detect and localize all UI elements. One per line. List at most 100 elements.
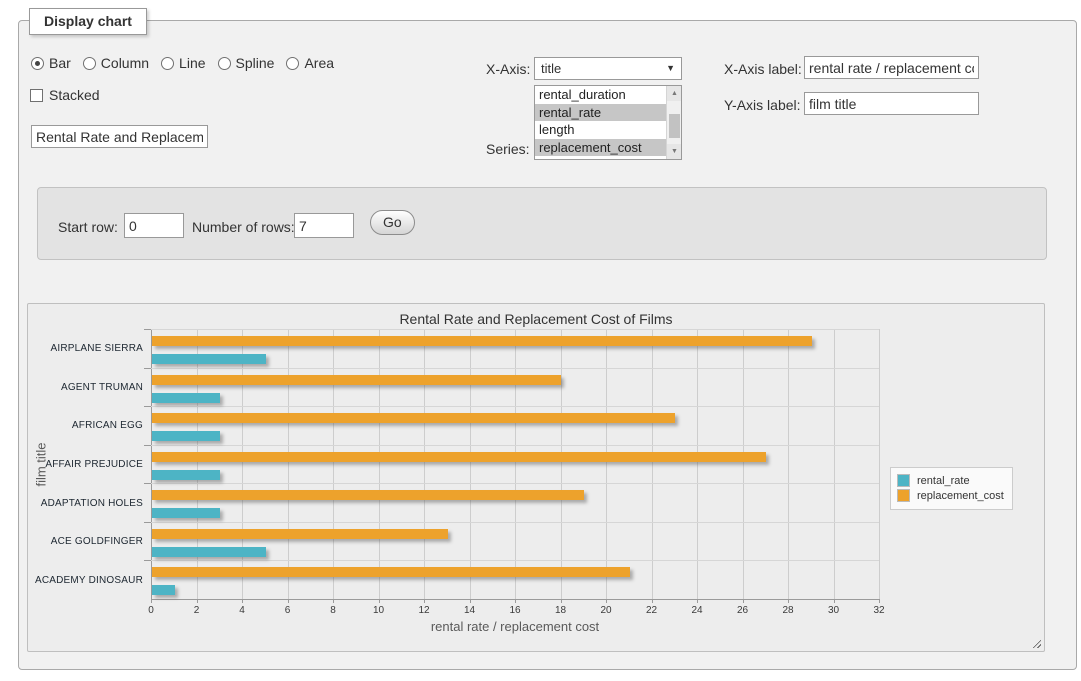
category-label: ACADEMY DINOSAUR (31, 575, 143, 586)
legend-label: replacement_cost (917, 490, 1004, 502)
gridline-vertical (379, 329, 380, 599)
chart-title-input[interactable] (31, 125, 208, 148)
series-select-label: Series: (486, 141, 530, 157)
go-button[interactable]: Go (370, 210, 415, 235)
x-axis-label-caption: X-Axis label: (724, 61, 802, 77)
x-tick-label: 6 (273, 605, 303, 616)
x-tick-label: 10 (364, 605, 394, 616)
legend-item: replacement_cost (897, 489, 1004, 502)
category-label: AFFAIR PREJUDICE (31, 459, 143, 470)
radio-option-line[interactable]: Line (161, 55, 205, 71)
bar-rental_rate (152, 547, 266, 557)
x-tick-label: 18 (546, 605, 576, 616)
category-label: ADAPTATION HOLES (31, 498, 143, 509)
scrollbar-thumb[interactable] (669, 114, 680, 138)
y-axis-tick (144, 329, 151, 330)
number-of-rows-input[interactable] (294, 213, 354, 238)
radio-label: Line (179, 55, 205, 71)
series-option-length[interactable]: length (535, 121, 667, 139)
x-tick-label: 12 (409, 605, 439, 616)
x-tick-label: 28 (773, 605, 803, 616)
gridline-vertical (788, 329, 789, 599)
stacked-label: Stacked (49, 87, 100, 103)
radio-option-column[interactable]: Column (83, 55, 149, 71)
y-axis-tick (144, 406, 151, 407)
radio-option-area[interactable]: Area (286, 55, 334, 71)
chart-area: Rental Rate and Replacement Cost of Film… (27, 303, 1045, 652)
start-row-input[interactable] (124, 213, 184, 238)
x-tick-label: 4 (227, 605, 257, 616)
x-tick-label: 2 (182, 605, 212, 616)
legend-label: rental_rate (917, 475, 970, 487)
x-axis-select-label: X-Axis: (486, 61, 530, 77)
x-tick-label: 8 (318, 605, 348, 616)
x-axis-select[interactable]: title ▼ (534, 57, 682, 80)
gridline-vertical (743, 329, 744, 599)
radio-option-bar[interactable]: Bar (31, 55, 71, 71)
x-tick-label: 32 (864, 605, 894, 616)
radio-icon-spline[interactable] (218, 57, 231, 70)
radio-icon-line[interactable] (161, 57, 174, 70)
gridline-vertical (515, 329, 516, 599)
gridline-horizontal (151, 329, 879, 330)
gridline-vertical (879, 329, 880, 599)
radio-option-spline[interactable]: Spline (218, 55, 275, 71)
scroll-up-icon[interactable]: ▲ (667, 86, 682, 101)
x-tick-label: 14 (455, 605, 485, 616)
page: Display chart Bar Column Line Spline Area St… (0, 0, 1081, 681)
row-range-panel: Start row: Number of rows: Go (37, 187, 1047, 260)
gridline-vertical (697, 329, 698, 599)
y-axis-tick (144, 445, 151, 446)
series-option-replacement_cost[interactable]: replacement_cost (535, 139, 667, 157)
x-axis-label-input[interactable] (804, 56, 979, 79)
gridline-horizontal (151, 522, 879, 523)
gridline-vertical (652, 329, 653, 599)
start-row-label: Start row: (58, 219, 118, 235)
series-listbox[interactable]: rental_durationrental_ratelengthreplacem… (534, 85, 682, 160)
category-label: AFRICAN EGG (31, 420, 143, 431)
y-axis-tick (144, 483, 151, 484)
radio-icon-column[interactable] (83, 57, 96, 70)
scroll-down-icon[interactable]: ▼ (667, 144, 682, 159)
radio-icon-area[interactable] (286, 57, 299, 70)
y-axis-tick (144, 368, 151, 369)
bar-rental_rate (152, 354, 266, 364)
bar-replacement_cost (152, 336, 812, 346)
gridline-horizontal (151, 445, 879, 446)
series-option-rental_rate[interactable]: rental_rate (535, 104, 667, 122)
bar-rental_rate (152, 470, 220, 480)
x-axis-line (151, 599, 879, 600)
display-chart-fieldset: Display chart BarColumnLineSplineArea St… (18, 20, 1077, 670)
bar-replacement_cost (152, 567, 630, 577)
x-axis-tick (879, 599, 880, 603)
gridline-vertical (834, 329, 835, 599)
category-label: AIRPLANE SIERRA (31, 343, 143, 354)
chart-title: Rental Rate and Replacement Cost of Film… (28, 311, 1044, 327)
stacked-checkbox[interactable] (30, 89, 43, 102)
bar-replacement_cost (152, 413, 675, 423)
resize-handle-icon[interactable] (1031, 638, 1041, 648)
gridline-horizontal (151, 406, 879, 407)
x-axis-title: rental rate / replacement cost (151, 619, 879, 634)
y-axis-tick (144, 560, 151, 561)
legend-item: rental_rate (897, 474, 1004, 487)
gridline-vertical (606, 329, 607, 599)
series-options: rental_durationrental_ratelengthreplacem… (535, 86, 667, 156)
radio-label: Bar (49, 55, 71, 71)
y-axis-tick (144, 522, 151, 523)
gridline-vertical (470, 329, 471, 599)
y-axis-label-caption: Y-Axis label: (724, 97, 801, 113)
legend-swatch-replacement_cost (897, 489, 910, 502)
bar-rental_rate (152, 393, 220, 403)
radio-icon-bar[interactable] (31, 57, 44, 70)
radio-label: Area (304, 55, 334, 71)
fieldset-legend: Display chart (29, 8, 147, 35)
series-option-rental_duration[interactable]: rental_duration (535, 86, 667, 104)
stacked-checkbox-row: Stacked (30, 87, 100, 103)
x-axis-selected-value: title (541, 61, 561, 76)
bar-rental_rate (152, 431, 220, 441)
x-tick-label: 0 (136, 605, 166, 616)
listbox-scrollbar[interactable]: ▲ ▼ (666, 86, 681, 159)
y-axis-label-input[interactable] (804, 92, 979, 115)
gridline-vertical (151, 329, 152, 599)
